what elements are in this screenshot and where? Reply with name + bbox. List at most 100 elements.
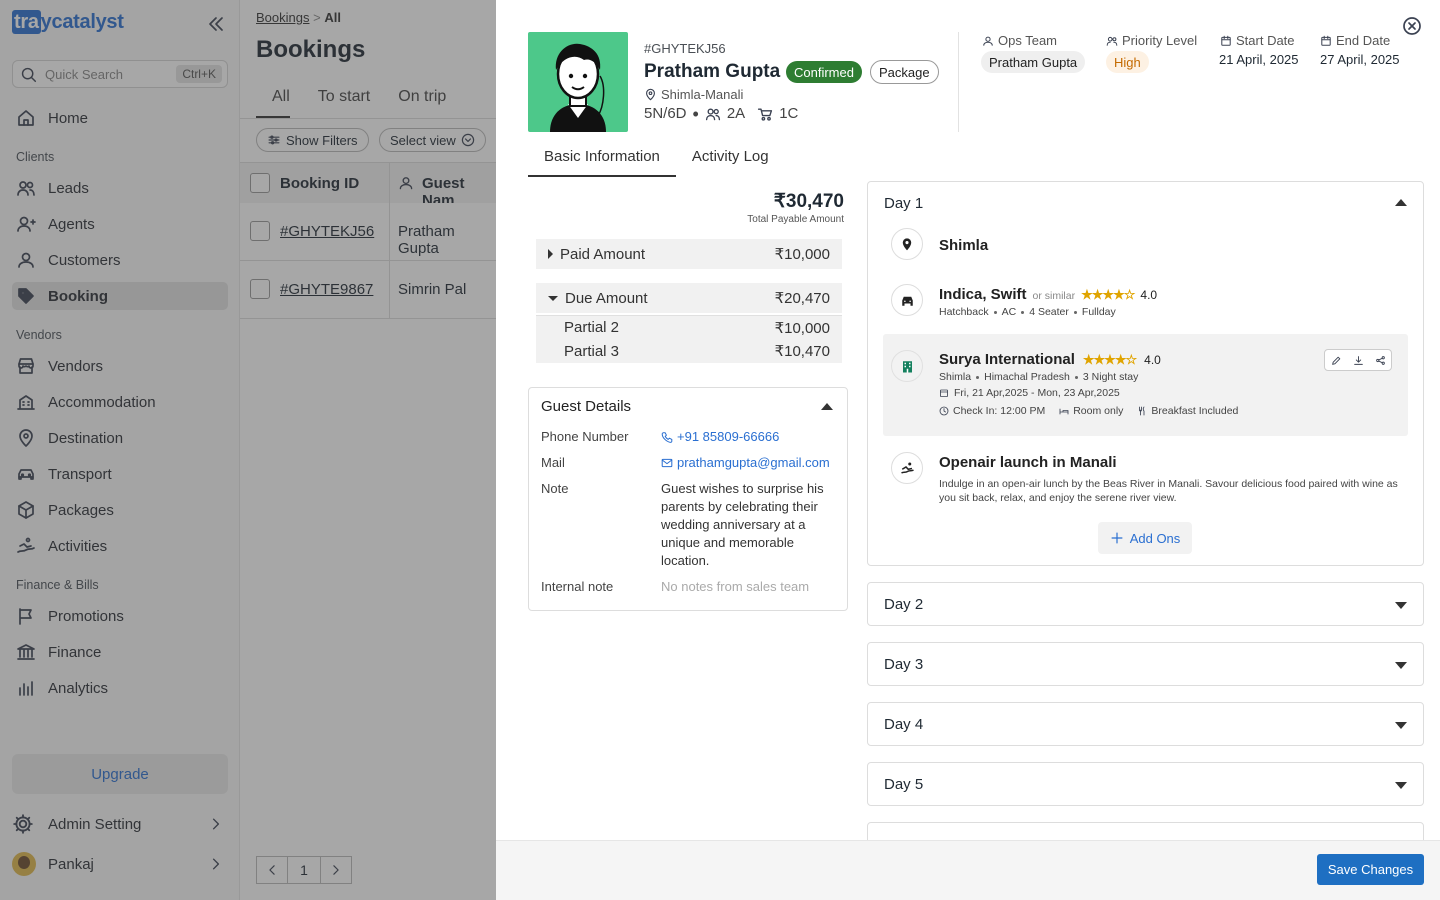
day-5-card[interactable]: Day 5 (867, 762, 1424, 806)
calendar-icon (1221, 35, 1231, 46)
hotel-card[interactable]: Surya International ★★★★☆ 4.0 Shimla Him… (883, 334, 1408, 436)
due-amount-row[interactable]: Due Amount ₹20,470 (536, 283, 842, 313)
expand-day-icon[interactable] (1395, 782, 1407, 789)
partial-value: ₹10,000 (774, 319, 830, 337)
tab-basic-information[interactable]: Basic Information (528, 142, 676, 177)
edit-icon[interactable] (1331, 355, 1342, 366)
paid-amount-value: ₹10,000 (774, 246, 830, 263)
hotel-stay: 3 Night stay (1082, 371, 1139, 383)
mail-icon (661, 458, 673, 467)
hotel-city: Shimla (939, 371, 972, 383)
car-row: Indica, Swift or similar ★★★★☆ 4.0 (939, 286, 1157, 303)
due-amount-label: Due Amount (565, 289, 648, 307)
hotel-name: Surya International (939, 351, 1075, 368)
total-amount-label: Total Payable Amount (747, 214, 844, 225)
phone-number-text: +91 85809-66666 (677, 429, 780, 444)
car-name: Indica, Swift (939, 286, 1027, 303)
activity-name: Openair launch in Manali (939, 454, 1117, 471)
expand-day-icon[interactable] (1395, 602, 1407, 609)
location-pin-icon (902, 238, 912, 251)
hotel-state: Himachal Pradesh (984, 371, 1070, 383)
day-3-card[interactable]: Day 3 (867, 642, 1424, 686)
location-text: Shimla-Manali (661, 87, 744, 102)
activity-description: Indulge in an open-air lunch by the Beas… (939, 478, 1398, 504)
sidebar-overlay[interactable] (0, 0, 240, 900)
trip-duration: 5N/6D (644, 105, 687, 122)
ops-team-icon (983, 36, 993, 46)
expand-day-icon[interactable] (1395, 662, 1407, 669)
phone-value[interactable]: +91 85809-66666 (661, 429, 779, 444)
partial-label: Partial 2 (564, 319, 620, 336)
end-date-value: 27 April, 2025 (1320, 52, 1400, 67)
note-label: Note (541, 481, 569, 496)
start-date-label-text: Start Date (1236, 33, 1295, 48)
paid-amount-row[interactable]: Paid Amount ₹10,000 (536, 239, 842, 269)
car-specs: Hatchback AC 4 Seater Fullday (939, 306, 1116, 318)
day-2-title: Day 2 (884, 596, 924, 613)
hotel-actions (1324, 349, 1392, 371)
adults-icon (705, 108, 720, 120)
plus-icon (1111, 532, 1123, 544)
collapse-icon[interactable] (821, 403, 833, 410)
mail-address-text: prathamgupta@gmail.com (677, 455, 830, 470)
hotel-meal: Breakfast Included (1151, 405, 1239, 417)
meal-icon (1139, 406, 1145, 416)
drawer-tabs: Basic Information Activity Log (528, 142, 785, 177)
partial-row: Partial 2 ₹10,000 (536, 315, 842, 339)
activity-icon-circle (891, 452, 923, 484)
close-icon[interactable] (1402, 16, 1422, 36)
guest-details-card: Guest Details Phone Number +91 85809-666… (528, 387, 848, 611)
hotel-dates-text: Fri, 21 Apr,2025 - Mon, 23 Apr,2025 (954, 387, 1120, 399)
car-similar: or similar (1032, 290, 1076, 302)
day-4-card[interactable]: Day 4 (867, 702, 1424, 746)
trip-location: Shimla-Manali (644, 87, 743, 102)
hotel-icon-circle (891, 350, 923, 382)
page-overlay[interactable] (240, 0, 496, 900)
hotel-dates: Fri, 21 Apr,2025 - Mon, 23 Apr,2025 (939, 387, 1120, 399)
hotel-place: Shimla Himachal Pradesh 3 Night stay (939, 371, 1138, 383)
expand-right-icon (548, 249, 553, 259)
activity-icon (900, 462, 914, 474)
day-1-title[interactable]: Day 1 (884, 195, 923, 212)
ops-team-chip[interactable]: Pratham Gupta (981, 51, 1086, 73)
priority-chip[interactable]: High (1106, 51, 1149, 73)
end-date-label: End Date (1320, 33, 1390, 48)
add-ons-button[interactable]: Add Ons (1098, 522, 1192, 554)
expand-day-icon[interactable] (1395, 722, 1407, 729)
collapse-day-icon[interactable] (1395, 199, 1407, 206)
priority-icon (1106, 36, 1118, 46)
hotel-room: Room only (1073, 405, 1124, 417)
calendar-icon (940, 389, 948, 397)
booking-detail-drawer: #GHYTEKJ56 Pratham Gupta Confirmed Packa… (496, 0, 1440, 900)
paid-amount-label: Paid Amount (560, 245, 646, 263)
partial-label: Partial 3 (564, 342, 620, 360)
start-date-value: 21 April, 2025 (1219, 52, 1299, 67)
start-date-label: Start Date (1220, 33, 1295, 48)
bed-icon (1059, 408, 1069, 415)
share-icon[interactable] (1375, 355, 1386, 366)
guest-photo (528, 32, 628, 132)
day-3-title: Day 3 (884, 656, 924, 673)
mail-label: Mail (541, 455, 565, 470)
save-changes-button[interactable]: Save Changes (1317, 854, 1424, 885)
clock-icon (939, 406, 949, 416)
header-divider (958, 32, 959, 132)
day-4-title: Day 4 (884, 716, 924, 733)
hotel-rating-stars: ★★★★☆ (1082, 352, 1137, 367)
mail-value[interactable]: prathamgupta@gmail.com (661, 455, 830, 470)
internal-note-value: No notes from sales team (661, 579, 810, 594)
calendar-icon (1321, 35, 1331, 46)
car-spec: Fullday (1081, 306, 1116, 318)
total-amount: ₹30,470 (773, 191, 844, 212)
tab-activity-log[interactable]: Activity Log (676, 142, 785, 177)
car-icon (901, 296, 913, 306)
location-pin-icon (646, 88, 655, 101)
hotel-details: Check In: 12:00 PM Room only Breakfast I… (939, 405, 1238, 417)
car-icon-circle (891, 284, 923, 316)
download-icon[interactable] (1353, 355, 1364, 366)
trip-meta: 5N/6D • 2A 1C (644, 103, 799, 124)
end-date-label-text: End Date (1336, 33, 1391, 48)
day-2-card[interactable]: Day 2 (867, 582, 1424, 626)
car-rating: 4.0 (1140, 288, 1158, 302)
car-spec: Hatchback (939, 306, 989, 318)
